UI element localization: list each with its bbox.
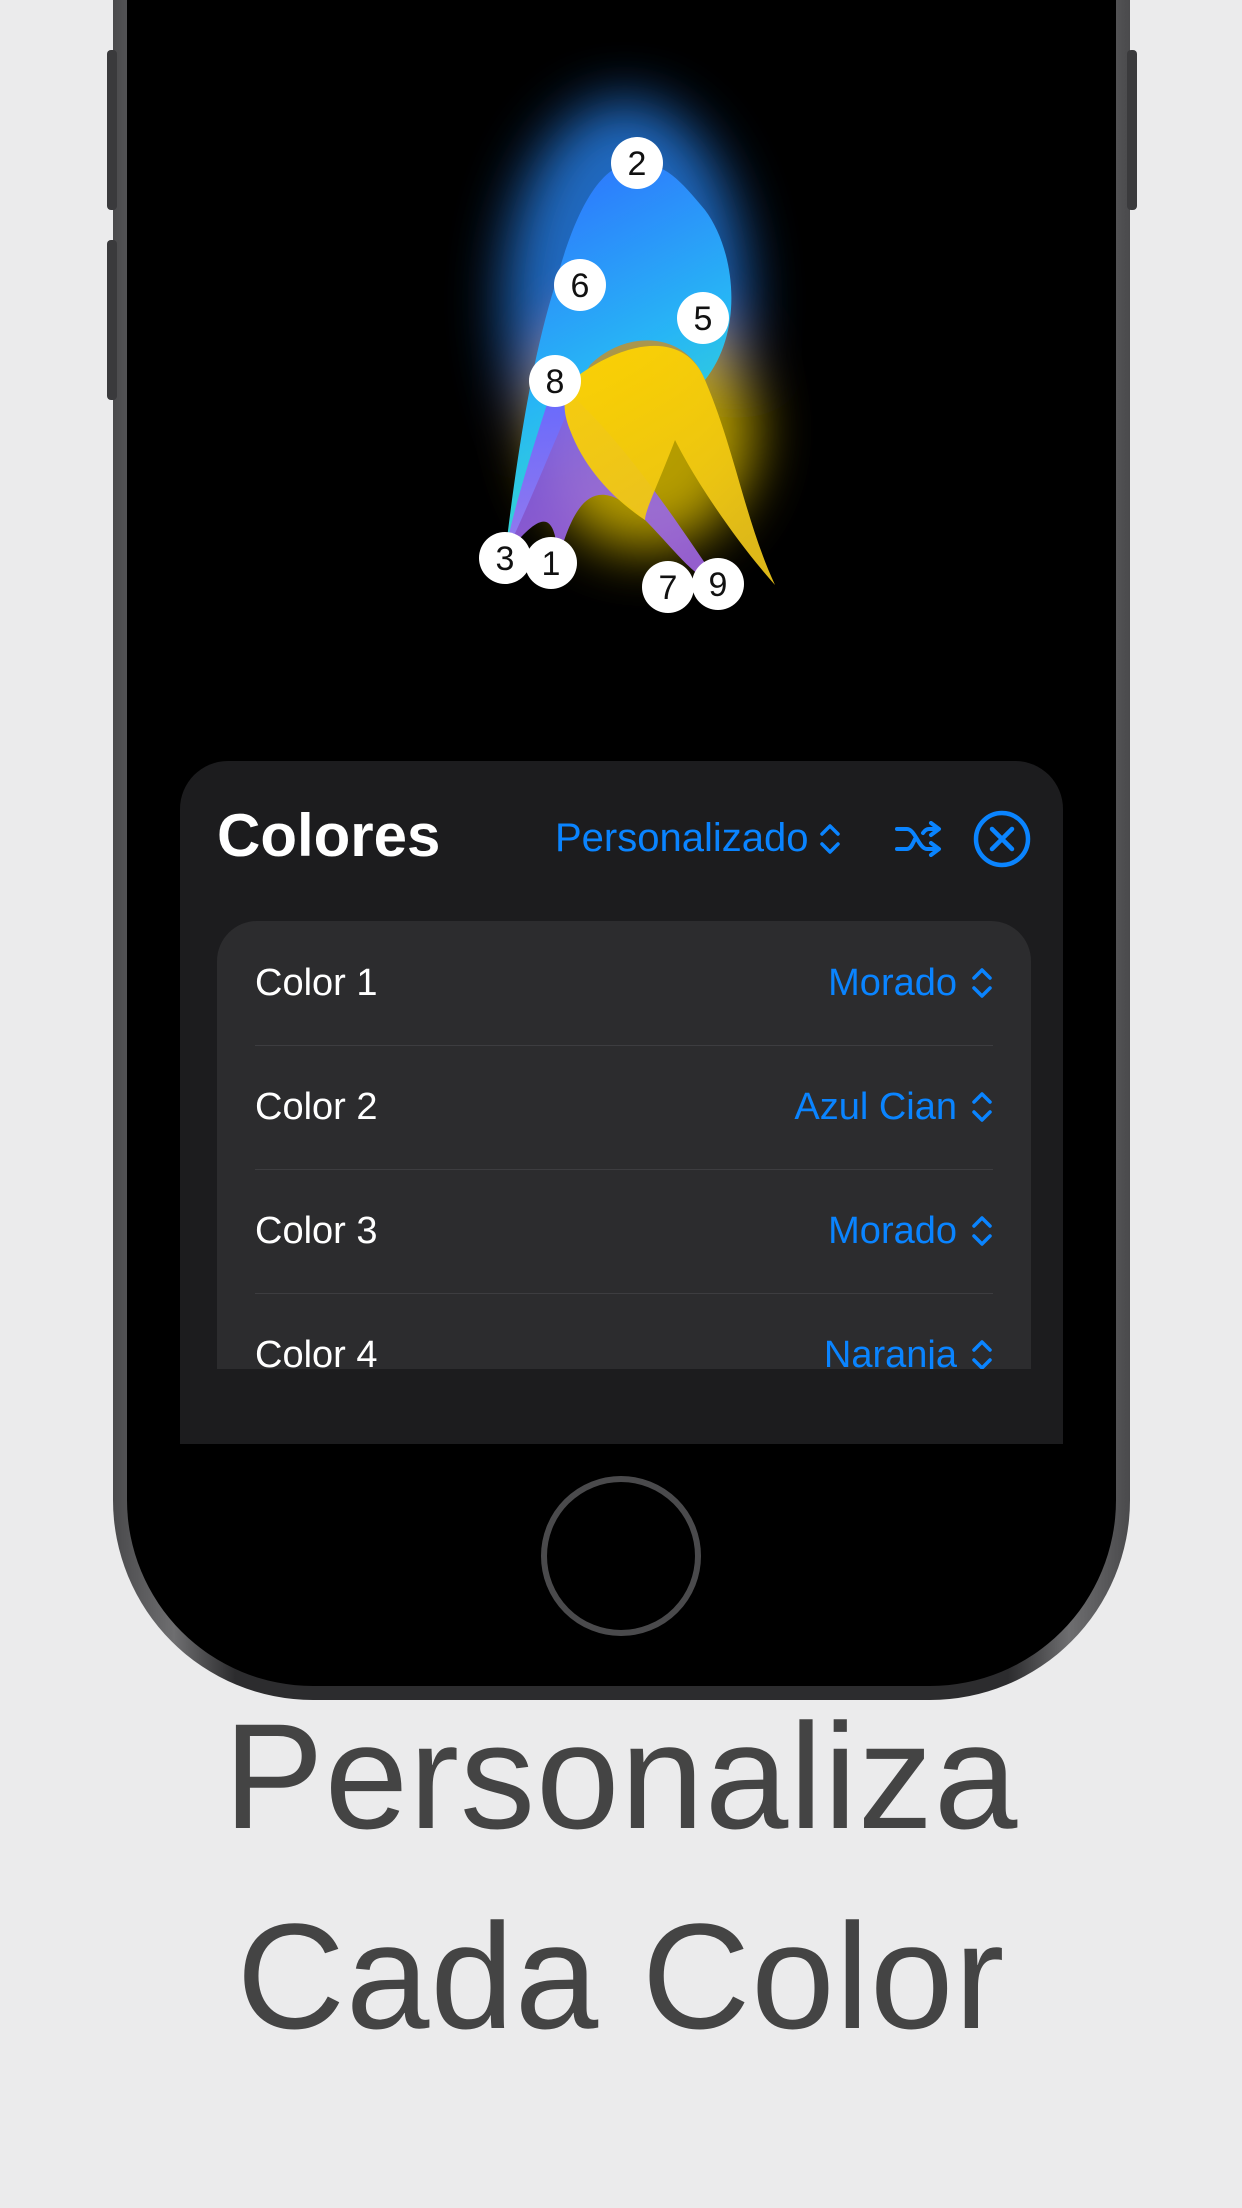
row-value: Morado: [828, 1209, 957, 1252]
control-point-handle[interactable]: 1: [525, 537, 577, 589]
headline-line-2: Cada Color: [236, 1892, 1006, 2060]
row-value: Naranja: [823, 1333, 957, 1370]
control-point-label: 2: [628, 145, 647, 183]
color-picker[interactable]: Morado: [828, 962, 993, 1005]
control-point-handle[interactable]: 8: [529, 355, 581, 407]
list-item[interactable]: Color 3 Morado: [255, 1169, 993, 1294]
control-point-label: 9: [709, 566, 728, 604]
chevron-up-down-icon: [972, 1092, 992, 1122]
control-point-label: 6: [571, 267, 590, 305]
color-picker[interactable]: Morado: [828, 1210, 993, 1253]
volume-button: [107, 50, 117, 210]
app-screen: 2 6 5 8 31 79 Colores Personalizado Color 1 M…: [175, 0, 1068, 1444]
home-button[interactable]: [541, 1476, 701, 1636]
chevron-up-down-icon: [819, 823, 840, 854]
control-point-label: 8: [546, 363, 565, 401]
control-point-handle[interactable]: 6: [554, 259, 606, 311]
control-point-label: 1: [542, 545, 561, 583]
preset-picker[interactable]: Personalizado: [555, 816, 841, 861]
control-point-handle[interactable]: 7: [642, 561, 694, 613]
row-label: Color 4: [255, 1333, 378, 1370]
control-point-handle[interactable]: 9: [692, 558, 744, 610]
colors-sheet: Colores Personalizado Color 1 Morado Col…: [180, 761, 1063, 1444]
list-item[interactable]: Color 1 Morado: [255, 921, 993, 1046]
row-label: Color 1: [255, 961, 378, 1004]
control-point-label: 7: [659, 569, 678, 607]
preset-label: Personalizado: [555, 816, 809, 860]
color-picker[interactable]: Naranja: [823, 1333, 993, 1370]
color-list: Color 1 Morado Color 2 Azul Cian Color 3…: [217, 921, 1031, 1369]
control-point-handle[interactable]: 2: [611, 137, 663, 189]
row-label: Color 3: [255, 1209, 378, 1252]
chevron-up-down-icon: [972, 1216, 992, 1246]
volume-button: [107, 240, 117, 400]
control-point-handle[interactable]: 5: [677, 292, 729, 344]
list-item[interactable]: Color 4 Naranja: [255, 1293, 993, 1369]
mesh-gradient-canvas[interactable]: 2 6 5 8 3 1 7 9: [175, 0, 1068, 760]
row-value: Azul Cian: [794, 1085, 957, 1128]
headline-line-1: Personaliza: [223, 1692, 1019, 1860]
color-picker[interactable]: Azul Cian: [794, 1086, 993, 1129]
sheet-title: Colores: [217, 802, 441, 869]
close-circle-icon[interactable]: [972, 809, 1032, 869]
control-point-handle[interactable]: 3: [479, 532, 531, 584]
control-point-label: 3: [496, 540, 515, 578]
control-point-label: 5: [694, 300, 713, 338]
chevron-up-down-icon: [972, 968, 992, 998]
row-label: Color 2: [255, 1085, 378, 1128]
chevron-up-down-icon: [972, 1340, 992, 1369]
shuffle-icon[interactable]: [895, 821, 943, 857]
power-button: [1127, 50, 1137, 210]
row-value: Morado: [828, 961, 957, 1004]
list-item[interactable]: Color 2 Azul Cian: [255, 1045, 993, 1170]
